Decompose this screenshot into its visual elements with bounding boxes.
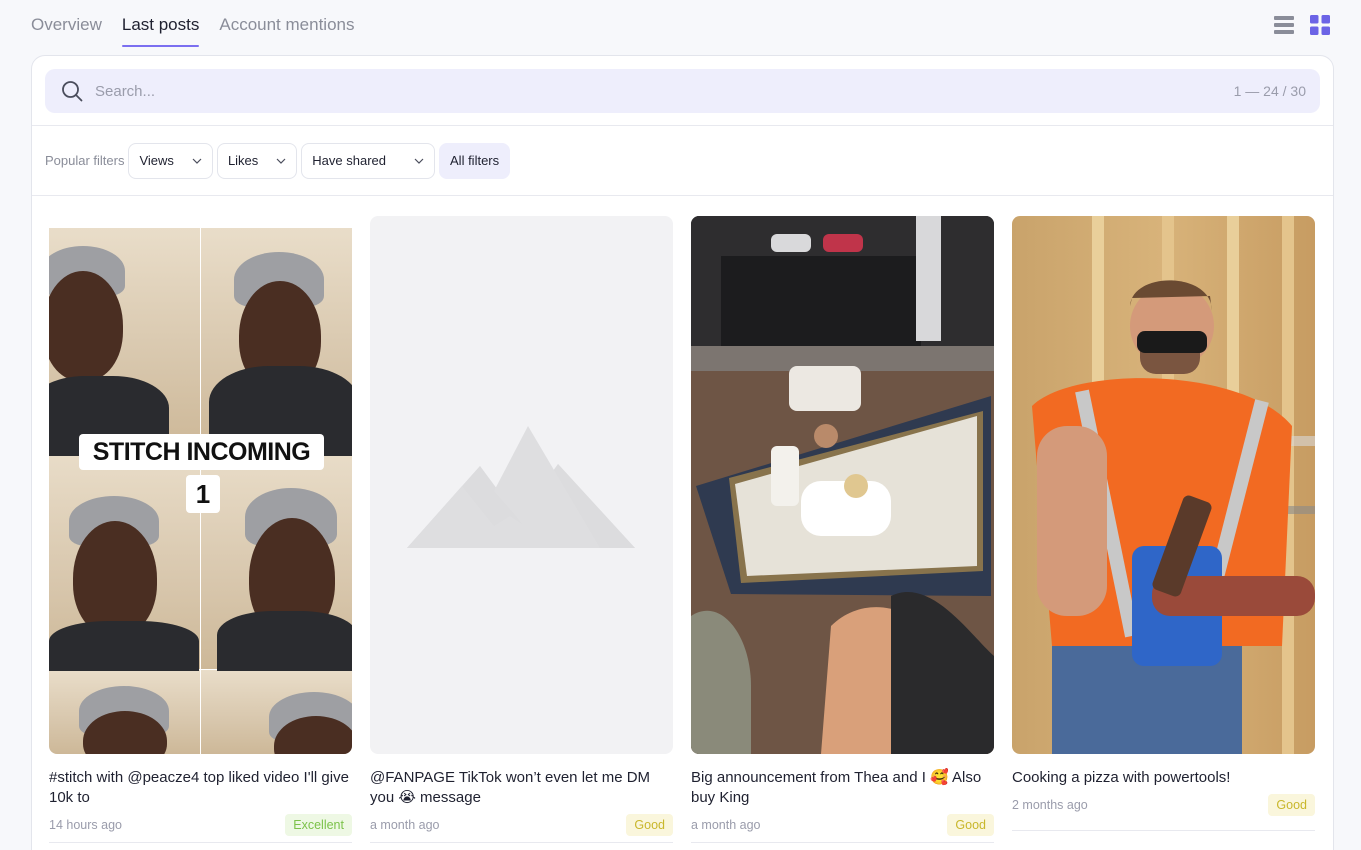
post-thumbnail[interactable] — [370, 216, 673, 754]
filter-label: Views — [139, 153, 174, 168]
view-toggle — [1273, 14, 1331, 36]
post-card[interactable]: Big announcement from Thea and I 🥰 Also … — [691, 216, 994, 843]
tab-bar: Overview Last posts Account mentions — [31, 0, 375, 48]
posts-panel: 1 — 24 / 30 Popular filters Views Likes … — [31, 55, 1334, 850]
grid-icon[interactable] — [1309, 14, 1331, 36]
chevron-down-icon — [192, 158, 202, 164]
chevron-down-icon — [276, 158, 286, 164]
thumbnail-overlay-number: 1 — [186, 475, 220, 513]
tab-last-posts[interactable]: Last posts — [121, 0, 199, 47]
tab-overview[interactable]: Overview — [31, 0, 102, 47]
filter-views[interactable]: Views — [128, 142, 213, 179]
filter-label: Likes — [227, 153, 259, 168]
post-thumbnail[interactable]: STITCH INCOMING 1 — [49, 216, 352, 754]
post-card[interactable]: STITCH INCOMING 1 #stitch with @peacze4 … — [49, 216, 352, 843]
pagination-count: 1 — 24 / 30 — [1233, 83, 1306, 99]
filter-have-shared[interactable]: Have shared — [301, 142, 436, 179]
post-time: a month ago — [691, 818, 761, 832]
post-thumbnail[interactable] — [1012, 216, 1315, 754]
post-time: a month ago — [370, 818, 440, 832]
filters-label: Popular filters — [45, 153, 125, 168]
search-icon — [62, 81, 83, 102]
thumbnail-image — [691, 216, 994, 754]
status-badge: Good — [626, 814, 673, 836]
list-icon[interactable] — [1273, 14, 1295, 36]
status-badge: Good — [1268, 794, 1315, 816]
search-input[interactable] — [95, 82, 1234, 100]
chevron-down-icon — [414, 158, 424, 164]
all-filters-button[interactable]: All filters — [439, 142, 511, 179]
post-caption: #stitch with @peacze4 top liked video I'… — [49, 769, 349, 806]
status-badge: Good — [947, 814, 994, 836]
search-area: 1 — 24 / 30 — [32, 56, 1333, 126]
thumbnail-overlay-text: STITCH INCOMING — [79, 434, 324, 470]
posts-grid: STITCH INCOMING 1 #stitch with @peacze4 … — [49, 216, 1315, 843]
post-caption: @FANPAGE TikTok won’t even let me DM you… — [370, 769, 651, 806]
tab-account-mentions[interactable]: Account mentions — [219, 0, 354, 47]
filters-bar: Popular filters Views Likes Have shared … — [32, 126, 1333, 196]
filter-label: Have shared — [312, 153, 387, 168]
image-placeholder-icon — [407, 426, 635, 548]
post-caption: Big announcement from Thea and I 🥰 Also … — [691, 769, 982, 806]
filter-likes[interactable]: Likes — [216, 142, 298, 179]
post-thumbnail[interactable] — [691, 216, 994, 754]
post-time: 14 hours ago — [49, 818, 122, 832]
status-badge: Excellent — [285, 814, 352, 836]
post-time: 2 months ago — [1012, 798, 1088, 812]
thumbnail-image — [1032, 216, 1315, 754]
search-bar: 1 — 24 / 30 — [45, 69, 1320, 113]
post-card[interactable]: Cooking a pizza with powertools! 2 month… — [1012, 216, 1315, 843]
post-card[interactable]: @FANPAGE TikTok won’t even let me DM you… — [370, 216, 673, 843]
